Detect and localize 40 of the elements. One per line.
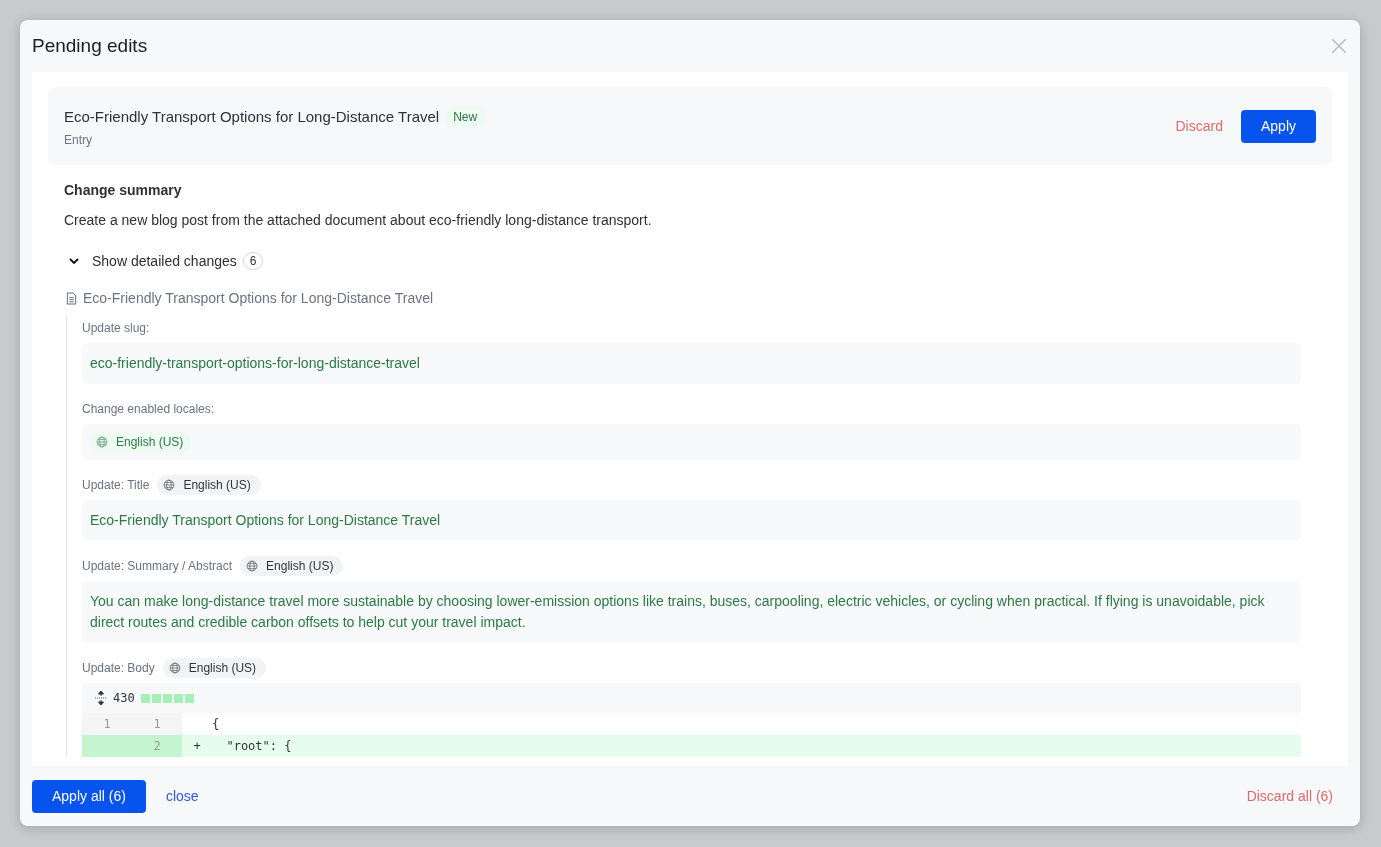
plus-sign: +: [193, 739, 201, 753]
new-value: eco-friendly-transport-options-for-long-distance-travel: [82, 343, 1301, 384]
chevron-icon[interactable]: [68, 255, 80, 267]
status-badge: New: [445, 105, 486, 128]
change-count: 430: [113, 691, 135, 705]
entry-title: Eco-Friendly Transport Options for Long-Distance Travel: [64, 108, 440, 125]
locale-name: English (US): [183, 478, 251, 492]
line-number: 1: [132, 713, 182, 735]
globe-icon: [163, 479, 176, 491]
expand-icon[interactable]: [95, 691, 107, 705]
new-value: Eco-Friendly Transport Options for Long-Distance Travel: [82, 500, 1301, 541]
change-label: Update: Body: [82, 661, 155, 675]
globe-icon: [168, 662, 181, 674]
apply-button[interactable]: Apply: [1240, 109, 1316, 143]
close-link[interactable]: close: [165, 788, 199, 804]
diff-stat-icon: [140, 693, 194, 703]
code-text: "root": {: [225, 739, 292, 753]
discard-button[interactable]: Discard: [1175, 118, 1223, 134]
apply-all-button[interactable]: Apply all (6): [32, 779, 146, 813]
summary-heading: Change summary: [64, 182, 183, 198]
line-number: 2: [132, 735, 182, 757]
change-label: Change enabled locales:: [82, 402, 215, 416]
discard-all-button[interactable]: Discard all (6): [1246, 788, 1333, 804]
code-text: {: [212, 717, 220, 731]
show-changes-toggle[interactable]: Show detailed changes: [92, 253, 237, 269]
new-value: You can make long-distance travel more sustainable by choosing lower-emission options like trains, buses, carpooling, electric vehicles, or cycling when practical. If flying is unavoidable, pick direct routes and credible carbon offsets to help cut your travel impact.: [82, 581, 1301, 643]
change-label: Update: Summary / Abstract: [82, 559, 233, 573]
globe-icon: [246, 560, 259, 572]
document-title: Eco-Friendly Transport Options for Long-Distance Travel: [83, 290, 434, 306]
change-label: Update slug:: [82, 321, 150, 335]
locale-name: English (US): [188, 661, 257, 675]
entry-type: Entry: [64, 132, 93, 147]
globe-icon: [96, 436, 108, 448]
change-label: Update: Title: [82, 478, 150, 492]
dialog-title: Pending edits: [32, 35, 149, 57]
line-number: 1: [82, 713, 132, 735]
locale-name: English (US): [266, 559, 334, 573]
locale-name: English (US): [116, 435, 184, 449]
summary-text: Create a new blog post from the attached document about eco-friendly long-distance transport.: [64, 212, 653, 228]
document-icon: [66, 291, 77, 305]
